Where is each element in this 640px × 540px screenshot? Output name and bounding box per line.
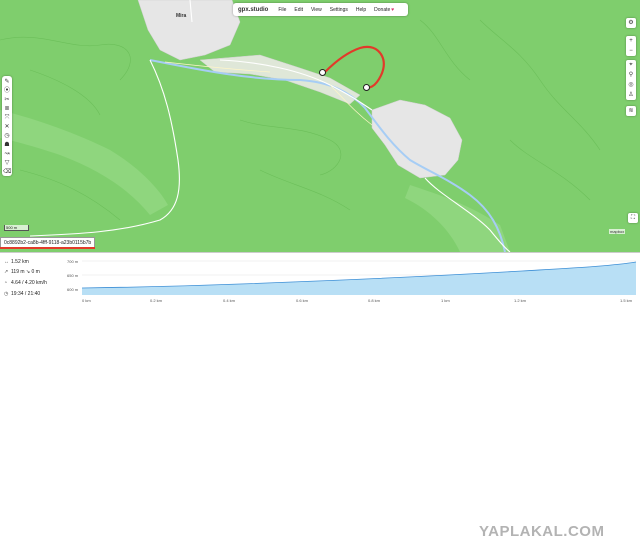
fullscreen-icon[interactable]: ⛶: [628, 213, 638, 223]
terrain-layer: [0, 0, 601, 252]
settings-icon[interactable]: ⚙: [626, 18, 636, 28]
x-tick-4: 0.8 km: [368, 298, 381, 303]
clean-icon[interactable]: ⌫: [3, 168, 11, 177]
map-layers-control: ≋: [626, 106, 636, 116]
donate-label: Donate: [374, 6, 391, 13]
donate-button[interactable]: Donate♥: [370, 7, 398, 13]
app-menu-bar: gpx.studio File Edit View Settings Help …: [233, 3, 408, 16]
menu-settings[interactable]: Settings: [326, 7, 352, 13]
route-icon[interactable]: ↝: [3, 150, 11, 159]
menu-edit[interactable]: Edit: [290, 7, 307, 13]
file-tab-color-bar: [0, 247, 95, 249]
street-view-icon[interactable]: ♙: [626, 90, 636, 100]
distance-value: 1.52 km: [11, 259, 29, 265]
x-tick-6: 1.2 km: [514, 298, 527, 303]
menu-file[interactable]: File: [274, 7, 290, 13]
distance-stat: ↔ 1.52 km: [4, 259, 29, 265]
location-icon[interactable]: ◎: [626, 80, 636, 90]
menu-help[interactable]: Help: [352, 7, 370, 13]
compass-icon[interactable]: ⌖: [626, 60, 636, 70]
x-tick-1: 0.2 km: [150, 298, 163, 303]
app-logo[interactable]: gpx.studio: [233, 7, 274, 13]
x-tick-2: 0.4 km: [223, 298, 236, 303]
elevation-area: [82, 262, 636, 295]
speed-icon: ◔: [4, 280, 8, 286]
zoom-in-button[interactable]: +: [626, 36, 636, 46]
speed-value: 4.64 / 4.20 km/h: [11, 280, 47, 286]
map-controls-top: ⚙: [626, 18, 636, 28]
pencil-icon[interactable]: ✎: [3, 78, 11, 87]
start-marker[interactable]: [319, 69, 326, 76]
users-icon[interactable]: ☗: [3, 141, 11, 150]
end-marker[interactable]: [363, 84, 370, 91]
menu-view[interactable]: View: [307, 7, 326, 13]
crop-icon[interactable]: ✕: [3, 123, 11, 132]
time-value: 19:34 / 21:40: [11, 291, 41, 297]
time-stat: ◷ 19:34 / 21:40: [4, 291, 40, 297]
clock-icon: ◷: [4, 291, 9, 297]
layers-icon[interactable]: ≣: [3, 105, 11, 114]
scale-bar: 500 m: [4, 225, 29, 231]
ruler-icon: ↔: [4, 259, 9, 265]
speed-stat: ◔ 4.64 / 4.20 km/h: [4, 280, 47, 286]
town-label: Mira: [176, 13, 187, 19]
time-icon[interactable]: ◷: [3, 132, 11, 141]
tools-toolbar: ✎ ⦿ ✂ ≣ ⤧ ✕ ◷ ☗ ↝ ▽ ⌫: [2, 76, 12, 176]
mapbox-attribution[interactable]: mapbox: [609, 229, 626, 234]
map-view[interactable]: Mira gpx.studio File Edit View Settings …: [0, 0, 640, 252]
x-tick-3: 0.6 km: [296, 298, 309, 303]
merge-icon[interactable]: ⤧: [3, 114, 11, 123]
scissors-icon[interactable]: ✂: [3, 96, 11, 105]
watermark: YAPLAKAL.COM: [479, 523, 605, 540]
mountain-icon: ↗: [4, 269, 9, 275]
elevation-profile-chart[interactable]: [72, 255, 638, 297]
elevation-panel: ↔ 1.52 km ↗ 119 m ↘ 0 m ◔ 4.64 / 4.20 km/h …: [0, 252, 640, 540]
x-tick-0: 0 km: [82, 298, 91, 303]
elevation-stat: ↗ 119 m ↘ 0 m: [4, 269, 40, 275]
zoom-out-button[interactable]: −: [626, 46, 636, 56]
zoom-controls: + −: [626, 36, 636, 56]
heart-icon: ♥: [391, 6, 395, 13]
x-tick-5: 1 km: [441, 298, 450, 303]
x-tick-7: 1.5 km: [620, 298, 633, 303]
search-icon[interactable]: ⚲: [626, 70, 636, 80]
map-controls-mid: ⌖ ⚲ ◎ ♙: [626, 60, 636, 100]
filter-icon[interactable]: ▽: [3, 159, 11, 168]
map-pin-icon[interactable]: ⦿: [3, 87, 11, 96]
layers-icon[interactable]: ≋: [626, 106, 636, 116]
elevation-value: 119 m ↘ 0 m: [11, 269, 40, 275]
